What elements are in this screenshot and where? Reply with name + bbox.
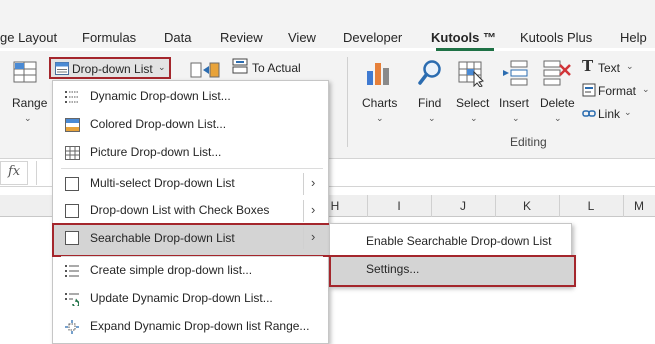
chevron-right-icon: ›	[311, 175, 316, 190]
tab-developer[interactable]: Developer	[343, 30, 402, 45]
submenu-item-label: Settings...	[366, 262, 420, 276]
chevron-down-icon: ⌄	[428, 113, 436, 123]
simple-list-icon	[65, 264, 79, 278]
chevron-down-icon: ⌄	[642, 84, 650, 94]
link-label[interactable]: Link	[598, 107, 620, 121]
submenu-divider	[303, 173, 304, 195]
menu-item-label: Multi-select Drop-down List	[90, 176, 235, 190]
checkbox-icon	[65, 204, 79, 218]
fx-icon[interactable]: fx	[8, 164, 20, 179]
submenu-item-enable-searchable[interactable]: Enable Searchable Drop-down List	[330, 227, 571, 255]
update-list-icon	[65, 292, 80, 308]
menu-item-label: Update Dynamic Drop-down List...	[90, 291, 273, 305]
text-icon[interactable]: T	[582, 57, 593, 75]
column-header-l[interactable]: L	[559, 195, 624, 217]
menu-item-dynamic-dropdown[interactable]: Dynamic Drop-down List...	[53, 83, 328, 111]
chevron-down-icon: ⌄	[624, 107, 632, 117]
select-label[interactable]: Select	[456, 96, 489, 110]
column-header-m[interactable]: M	[623, 195, 655, 217]
charts-icon[interactable]	[365, 59, 391, 92]
chevron-down-icon: ⌄	[158, 62, 166, 72]
menu-item-searchable-dropdown[interactable]: Searchable Drop-down List ›	[52, 223, 333, 257]
submenu-divider	[303, 200, 304, 222]
find-icon[interactable]	[417, 59, 443, 92]
submenu-item-label: Enable Searchable Drop-down List	[366, 234, 552, 248]
chevron-right-icon: ›	[311, 229, 316, 244]
insert-label[interactable]: Insert	[499, 96, 529, 110]
colored-list-icon	[65, 118, 80, 132]
find-label[interactable]: Find	[418, 96, 441, 110]
insert-icon[interactable]	[501, 59, 529, 92]
dropdown-list-label: Drop-down List	[72, 62, 153, 76]
delete-label[interactable]: Delete	[540, 96, 575, 110]
checkbox-icon	[65, 177, 79, 191]
column-header-k[interactable]: K	[495, 195, 560, 217]
menu-item-checkbox-dropdown[interactable]: Drop-down List with Check Boxes ›	[53, 197, 328, 225]
formula-input[interactable]	[36, 161, 52, 185]
tab-review[interactable]: Review	[220, 30, 263, 45]
menu-item-label: Picture Drop-down List...	[90, 145, 222, 159]
dropdown-list-icon	[55, 62, 69, 78]
menu-item-label: Searchable Drop-down List	[90, 231, 235, 245]
tab-data[interactable]: Data	[164, 30, 191, 45]
dropdown-list-menu: Dynamic Drop-down List... Colored Drop-d…	[52, 80, 333, 344]
picture-list-icon	[65, 146, 80, 160]
checkbox-icon	[65, 231, 79, 245]
menu-item-label: Drop-down List with Check Boxes	[90, 203, 270, 217]
menu-separator	[61, 168, 323, 169]
range-icon[interactable]	[12, 59, 38, 90]
group-separator	[347, 57, 348, 147]
dynamic-list-icon	[65, 90, 79, 104]
group-label-editing: Editing	[510, 135, 547, 149]
link-icon[interactable]	[582, 107, 596, 126]
chevron-down-icon: ⌄	[24, 113, 32, 123]
to-actual-label[interactable]: To Actual	[252, 61, 301, 75]
ribbon-tab-bar: ge Layout Formulas Data Review View Deve…	[0, 0, 655, 51]
menu-item-label: Create simple drop-down list...	[90, 263, 253, 277]
tab-page-layout[interactable]: ge Layout	[0, 30, 57, 45]
menu-item-picture-dropdown[interactable]: Picture Drop-down List...	[53, 139, 328, 167]
chevron-down-icon: ⌄	[554, 113, 562, 123]
tab-kutools-plus[interactable]: Kutools Plus	[520, 30, 592, 45]
charts-label[interactable]: Charts	[362, 96, 397, 110]
chevron-down-icon: ⌄	[512, 113, 520, 123]
select-icon[interactable]	[457, 59, 485, 92]
menu-item-label: Expand Dynamic Drop-down list Range...	[90, 319, 310, 333]
format-icon[interactable]	[582, 83, 596, 102]
menu-item-label: Dynamic Drop-down List...	[90, 89, 231, 103]
tab-kutools[interactable]: Kutools ™	[431, 30, 496, 45]
expand-range-icon	[65, 320, 79, 334]
chevron-down-icon: ⌄	[376, 113, 384, 123]
tab-view[interactable]: View	[288, 30, 316, 45]
menu-item-multi-select-dropdown[interactable]: Multi-select Drop-down List ›	[53, 170, 328, 198]
to-actual-icon[interactable]	[232, 58, 248, 79]
text-label[interactable]: Text	[598, 61, 620, 75]
range-label[interactable]: Range	[12, 96, 47, 110]
menu-item-label: Colored Drop-down List...	[90, 117, 227, 131]
tab-help[interactable]: Help	[620, 30, 647, 45]
menu-item-update-dynamic-dropdown[interactable]: Update Dynamic Drop-down List...	[53, 285, 328, 313]
searchable-dropdown-submenu: Enable Searchable Drop-down List Setting…	[329, 223, 576, 287]
menu-item-create-simple-dropdown[interactable]: Create simple drop-down list...	[53, 257, 328, 285]
chevron-right-icon: ›	[311, 202, 316, 217]
dropdown-list-button[interactable]: Drop-down List ⌄	[49, 57, 171, 79]
chevron-down-icon: ⌄	[470, 113, 478, 123]
menu-item-colored-dropdown[interactable]: Colored Drop-down List...	[53, 111, 328, 139]
submenu-divider	[303, 227, 304, 249]
format-label[interactable]: Format	[598, 84, 636, 98]
menu-item-expand-dynamic-range[interactable]: Expand Dynamic Drop-down list Range...	[53, 313, 328, 341]
chevron-down-icon: ⌄	[626, 61, 634, 71]
column-header-j[interactable]: J	[431, 195, 496, 217]
tab-formulas[interactable]: Formulas	[82, 30, 136, 45]
delete-icon[interactable]	[542, 59, 572, 92]
submenu-item-settings[interactable]: Settings...	[329, 255, 576, 287]
column-header-i[interactable]: I	[367, 195, 432, 217]
